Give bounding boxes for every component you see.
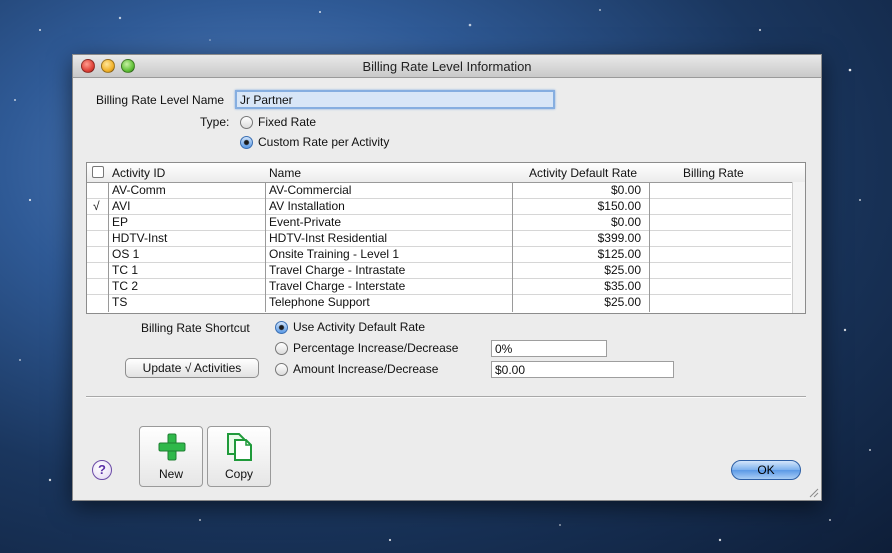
window-title: Billing Rate Level Information [362, 59, 532, 74]
billing-rate-name-field[interactable]: Jr Partner [235, 90, 555, 109]
row-activity-id: HDTV-Inst [112, 231, 168, 245]
row-default-rate: $25.00 [604, 263, 641, 277]
title-bar[interactable]: Billing Rate Level Information [73, 55, 821, 78]
column-divider [265, 182, 266, 312]
type-label: Type: [200, 115, 230, 129]
new-button-label: New [158, 467, 183, 481]
section-divider [86, 396, 806, 398]
custom-rate-radio[interactable] [240, 136, 253, 149]
row-default-rate: $35.00 [604, 279, 641, 293]
row-default-rate: $0.00 [610, 215, 641, 229]
row-activity-id: EP [112, 215, 129, 229]
copy-button-label: Copy [224, 467, 253, 481]
row-check[interactable]: √ [93, 199, 100, 213]
row-name: AV-Commercial [269, 183, 352, 197]
percentage-field[interactable]: 0% [491, 340, 607, 357]
activities-table: Activity ID Name Activity Default Rate B… [86, 162, 806, 314]
use-default-rate-radio[interactable] [275, 321, 288, 334]
row-activity-id: TC 1 [112, 263, 139, 277]
copy-button[interactable]: Copy [207, 426, 271, 487]
row-activity-id: OS 1 [112, 247, 140, 261]
fixed-rate-label: Fixed Rate [258, 115, 317, 129]
table-row[interactable]: TC 1 Travel Charge - Intrastate $25.00 [87, 262, 791, 279]
col-name[interactable]: Name [269, 166, 301, 180]
row-activity-id: TS [112, 295, 128, 309]
row-activity-id: AVI [112, 199, 131, 213]
column-divider [649, 182, 650, 312]
update-activities-button[interactable]: Update √ Activities [125, 358, 259, 378]
row-name: Travel Charge - Intrastate [269, 263, 406, 277]
fixed-rate-radio[interactable] [240, 116, 253, 129]
table-row[interactable]: TC 2 Travel Charge - Interstate $35.00 [87, 278, 791, 295]
row-default-rate: $399.00 [597, 231, 641, 245]
plus-icon [158, 433, 186, 461]
amount-label: Amount Increase/Decrease [293, 362, 439, 376]
column-divider [108, 182, 109, 312]
table-row[interactable]: AV-Comm AV-Commercial $0.00 [87, 182, 791, 199]
col-default-rate[interactable]: Activity Default Rate [529, 166, 637, 180]
billing-rate-dialog: Billing Rate Level Information Billing R… [72, 54, 822, 501]
percentage-radio[interactable] [275, 342, 288, 355]
help-button[interactable]: ? [92, 460, 112, 480]
custom-rate-label: Custom Rate per Activity [258, 135, 390, 149]
table-row[interactable]: HDTV-Inst HDTV-Inst Residential $399.00 [87, 230, 791, 247]
row-default-rate: $150.00 [597, 199, 641, 213]
table-row[interactable]: OS 1 Onsite Training - Level 1 $125.00 [87, 246, 791, 263]
resize-grip-icon[interactable] [807, 486, 819, 498]
col-billing-rate[interactable]: Billing Rate [683, 166, 744, 180]
ok-button[interactable]: OK [731, 460, 801, 480]
row-activity-id: AV-Comm [112, 183, 166, 197]
amount-field[interactable]: $0.00 [491, 361, 674, 378]
table-header: Activity ID Name Activity Default Rate B… [87, 163, 805, 183]
table-scrollbar[interactable] [792, 182, 805, 313]
table-row[interactable]: EP Event-Private $0.00 [87, 214, 791, 231]
row-name: Event-Private [269, 215, 342, 229]
row-default-rate: $25.00 [604, 295, 641, 309]
select-all-checkbox[interactable] [92, 166, 104, 178]
row-default-rate: $0.00 [610, 183, 641, 197]
row-name: Travel Charge - Interstate [269, 279, 406, 293]
row-name: AV Installation [269, 199, 345, 213]
row-name: Telephone Support [269, 295, 370, 309]
percentage-label: Percentage Increase/Decrease [293, 341, 459, 355]
column-divider [512, 182, 513, 312]
name-label: Billing Rate Level Name [96, 93, 225, 107]
copy-documents-icon [227, 433, 252, 461]
row-name: Onsite Training - Level 1 [269, 247, 400, 261]
table-row[interactable]: TS Telephone Support $25.00 [87, 294, 791, 310]
shortcut-label: Billing Rate Shortcut [141, 321, 250, 335]
row-default-rate: $125.00 [597, 247, 641, 261]
row-name: HDTV-Inst Residential [269, 231, 388, 245]
row-activity-id: TC 2 [112, 279, 139, 293]
amount-radio[interactable] [275, 363, 288, 376]
table-row[interactable]: √ AVI AV Installation $150.00 [87, 198, 791, 215]
new-button[interactable]: New [139, 426, 203, 487]
use-default-rate-label: Use Activity Default Rate [293, 320, 426, 334]
col-activity-id[interactable]: Activity ID [112, 166, 165, 180]
